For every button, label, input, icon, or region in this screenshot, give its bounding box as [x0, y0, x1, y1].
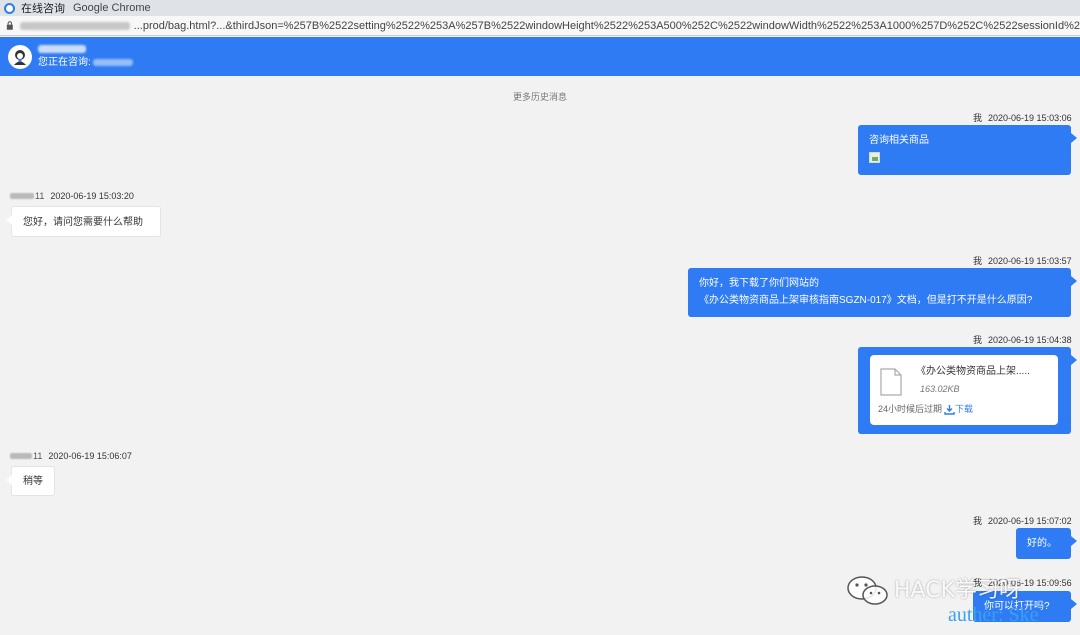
message-text: 您好，请问您需要什么帮助 — [23, 217, 143, 228]
file-expire-text: 24小时候后过期 — [878, 404, 943, 414]
message-text-line: 《办公类物资商品上架审核指南SGZN-017》文档，但是打不开是什么原因? — [699, 295, 1033, 306]
message-bubble: 咨询相关商品 — [858, 125, 1077, 175]
wechat-logo-icon — [847, 576, 888, 605]
message-time: 2020-06-19 15:06:07 — [48, 451, 132, 461]
message-bubble: 你好，我下载了你们网站的 《办公类物资商品上架审核指南SGZN-017》文档，但… — [688, 268, 1077, 317]
download-button[interactable]: 下载 — [944, 401, 973, 418]
download-label: 下载 — [955, 404, 974, 414]
file-message-bubble: 《办公类物资商品上架..... 163.02KB 24小时候后过期 下载 — [858, 347, 1077, 434]
watermark: HACK学习呀 auther: Ske — [846, 570, 1078, 632]
message-time: 2020-06-19 15:04:38 — [988, 334, 1072, 345]
sender-name-suffix: 11 — [33, 451, 43, 461]
agent-avatar — [8, 44, 32, 69]
window-titlebar: 在线咨询 Google Chrome — [0, 0, 1080, 16]
lock-icon — [6, 21, 13, 30]
header-text: 您正在咨询: — [38, 44, 133, 69]
app-icon — [4, 2, 15, 14]
product-image-icon[interactable] — [869, 152, 880, 163]
message-text: 好的。 — [1027, 538, 1057, 549]
window-app-name: 在线咨询 — [21, 3, 65, 15]
more-history-link[interactable]: 更多历史消息 — [0, 90, 1080, 103]
file-size: 163.02KB — [920, 384, 960, 394]
message-time: 2020-06-19 15:07:02 — [988, 515, 1072, 526]
agent-name-redacted — [38, 44, 86, 53]
consulting-target-redacted — [92, 58, 133, 66]
chat-header: 您正在咨询: — [0, 37, 1080, 76]
message-meta: 我 2020-06-19 15:03:57 — [973, 254, 1072, 267]
watermark-text: HACK学习呀 — [894, 578, 1021, 603]
file-card[interactable]: 《办公类物资商品上架..... 163.02KB 24小时候后过期 下载 — [870, 355, 1058, 425]
message-meta: 我 2020-06-19 15:03:06 — [973, 111, 1072, 124]
message-text: 咨询相关商品 — [869, 135, 929, 146]
sender-name-redacted — [10, 453, 32, 459]
message-bubble: 您好，请问您需要什么帮助 — [6, 206, 161, 237]
consulting-label: 您正在咨询: — [38, 56, 91, 68]
message-meta: 我 2020-06-19 15:04:38 — [973, 333, 1072, 346]
watermark-author: auther: Ske — [948, 604, 1039, 626]
sender-name: 我 — [973, 113, 983, 123]
message-meta: 11 2020-06-19 15:06:07 — [10, 451, 132, 461]
address-bar[interactable]: ...prod/bag.html?...&thirdJson=%257B%252… — [0, 16, 1080, 36]
customer-service-icon — [14, 49, 26, 65]
sender-name: 我 — [973, 516, 983, 526]
download-icon — [944, 405, 955, 415]
window-browser-name: Google Chrome — [73, 2, 151, 14]
message-meta: 我 2020-06-19 15:07:02 — [973, 514, 1072, 527]
sender-name: 我 — [973, 335, 983, 345]
message-time: 2020-06-19 15:03:06 — [988, 112, 1072, 123]
sender-name-suffix: 11 — [35, 191, 45, 201]
message-text: 稍等 — [23, 476, 43, 487]
message-meta: 11 2020-06-19 15:03:20 — [10, 191, 134, 201]
sender-name-redacted — [10, 193, 34, 199]
sender-name: 我 — [973, 256, 983, 266]
message-text-line: 你好，我下载了你们网站的 — [699, 278, 819, 289]
file-name: 《办公类物资商品上架..... — [916, 366, 1030, 377]
file-icon — [880, 368, 902, 396]
message-time: 2020-06-19 15:03:57 — [988, 255, 1072, 266]
file-expire-row: 24小时候后过期 下载 — [878, 401, 973, 418]
message-bubble: 稍等 — [6, 466, 55, 496]
message-bubble: 好的。 — [1016, 528, 1077, 559]
url-text[interactable]: ...prod/bag.html?...&thirdJson=%257B%252… — [134, 20, 1080, 32]
message-time: 2020-06-19 15:03:20 — [50, 191, 134, 201]
url-host-redacted — [19, 21, 130, 30]
